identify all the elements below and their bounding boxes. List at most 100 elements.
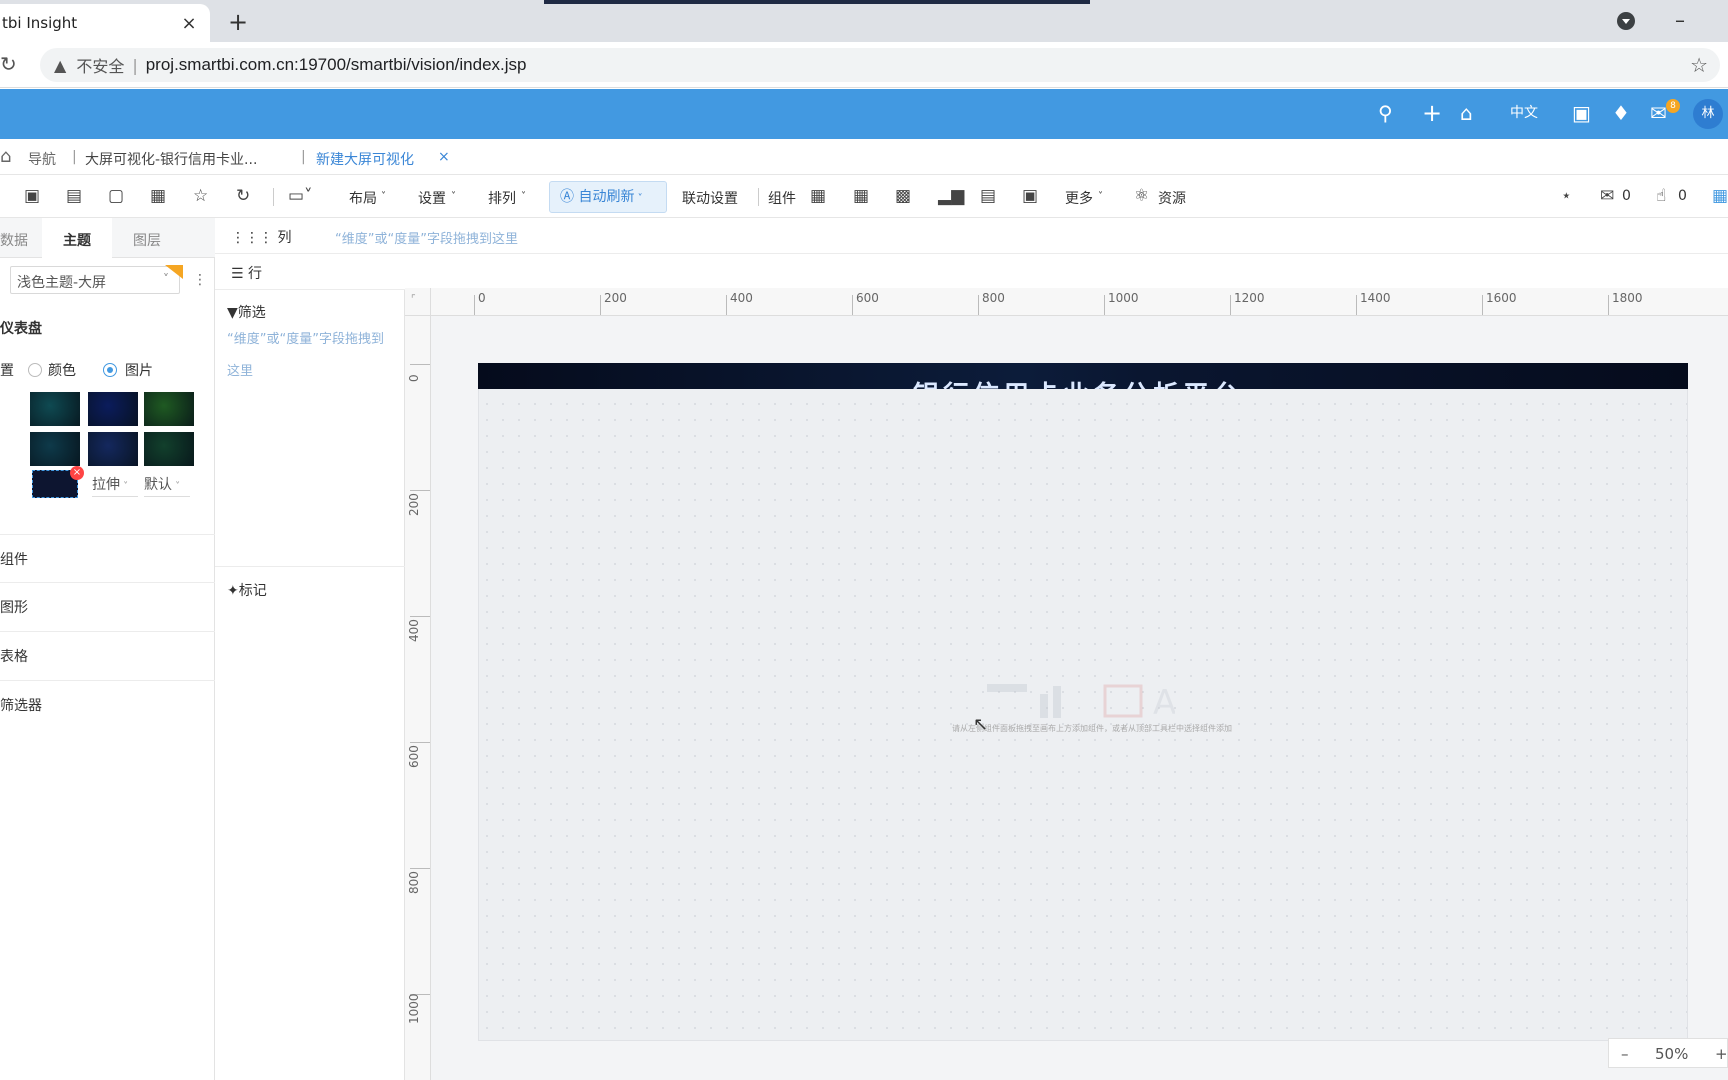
- pin-icon: ✦: [227, 583, 239, 599]
- fit-mode-select[interactable]: 拉伸 ˅: [92, 474, 138, 497]
- tab-dashboard-bank[interactable]: 大屏可视化-银行信用卡业...: [85, 149, 257, 169]
- more-options-icon[interactable]: ⋮: [193, 272, 207, 288]
- grid-apps-icon[interactable]: ▦: [1712, 185, 1728, 207]
- divider: [215, 566, 405, 567]
- tab-nav[interactable]: 导航: [28, 149, 56, 169]
- empty-canvas-illustration: A: [987, 683, 1175, 720]
- ruler-tick: [1482, 295, 1483, 315]
- group-components[interactable]: 组件: [0, 534, 215, 582]
- save-icon[interactable]: ▣: [24, 185, 40, 207]
- ruler-label: 200: [604, 291, 627, 305]
- bar-placeholder-icon: [1040, 694, 1048, 718]
- bookmark-star-icon[interactable]: ☆: [1690, 53, 1708, 77]
- refresh-icon[interactable]: ↻: [236, 185, 250, 207]
- avatar[interactable]: 林: [1693, 99, 1723, 129]
- search-icon[interactable]: ⚲: [1378, 101, 1393, 125]
- like-count: 0: [1678, 188, 1687, 204]
- comment-icon[interactable]: ✉: [1600, 185, 1614, 207]
- column-shelf-label: ⋮⋮⋮ 列: [231, 227, 291, 247]
- background-swatch[interactable]: [144, 432, 194, 466]
- row-shelf-label: ☰ 行: [231, 263, 262, 283]
- zoom-out-button[interactable]: –: [1621, 1045, 1629, 1063]
- screen-title-banner[interactable]: 银行信用卡业务分析平台: [478, 363, 1688, 389]
- group-label: 图形: [0, 600, 28, 616]
- column-drop-hint: “维度”或“度量”字段拖拽到这里: [335, 232, 518, 247]
- bell-icon[interactable]: ♦: [1612, 101, 1630, 125]
- new-tab-icon[interactable]: +: [228, 8, 248, 36]
- tab-layers[interactable]: 图层: [133, 230, 161, 250]
- home-icon[interactable]: ⌂: [0, 146, 11, 167]
- settings-menu[interactable]: 设置: [418, 188, 446, 208]
- ruler-label: 800: [982, 291, 1005, 305]
- warning-icon: ▲: [54, 55, 67, 75]
- minimize-icon[interactable]: –: [1675, 8, 1685, 32]
- arrange-menu[interactable]: 排列: [488, 188, 516, 208]
- tab-close-icon[interactable]: ×: [176, 13, 202, 34]
- favorite-star-icon[interactable]: ☆: [193, 185, 208, 207]
- tab-new-screen[interactable]: 新建大屏可视化: [316, 149, 414, 169]
- ruler-tick: [474, 295, 475, 315]
- save-as-icon[interactable]: ▤: [66, 185, 82, 207]
- browser-tab[interactable]: tbi Insight ×: [0, 4, 210, 42]
- background-swatch[interactable]: [30, 432, 80, 466]
- bar-chart-icon[interactable]: ▂▆: [938, 185, 964, 207]
- shopping-bag-icon[interactable]: ▣: [1572, 101, 1591, 125]
- workspace-tabs: ⌂ 导航 | 大屏可视化-银行信用卡业... | 新建大屏可视化 ×: [0, 139, 1728, 175]
- ruler-label: 600: [407, 745, 421, 768]
- tab-close-icon[interactable]: ×: [438, 149, 450, 165]
- radio-image[interactable]: [103, 363, 117, 377]
- background-swatch[interactable]: [88, 432, 138, 466]
- theme-select-value: 浅色主题-大屏: [17, 275, 107, 291]
- group-filters[interactable]: 筛选器: [0, 680, 215, 728]
- crosstab-icon[interactable]: ▦: [853, 185, 869, 207]
- text-component-icon[interactable]: ▤: [980, 185, 996, 207]
- filter-drop-hint[interactable]: “维度”或“度量”字段拖拽到这里: [227, 324, 387, 388]
- row-shelf[interactable]: ☰ 行: [215, 254, 1728, 290]
- group-shapes[interactable]: 图形: [0, 582, 215, 630]
- more-menu[interactable]: 更多: [1065, 188, 1093, 208]
- ruler-tick: [726, 295, 727, 315]
- message-icon[interactable]: ✉: [1650, 101, 1667, 125]
- ruler-tick: [1104, 295, 1105, 315]
- like-icon[interactable]: ☝: [1656, 185, 1666, 207]
- linkage-settings-button[interactable]: 联动设置: [682, 188, 738, 208]
- theme-select[interactable]: 浅色主题-大屏 ˅: [10, 265, 183, 294]
- ruler-tick: [1356, 295, 1357, 315]
- toolbar: ▣ ▤ ▢ ▦ ☆ ↻ ▭˅ 布局 ˅ 设置 ˅ 排列 ˅ Ⓐ 自动刷新 ˅ 联…: [0, 176, 1728, 218]
- align-select[interactable]: 默认 ˅: [144, 474, 190, 497]
- share-icon[interactable]: ⋆: [1561, 185, 1572, 207]
- reload-icon[interactable]: ↻: [0, 52, 17, 76]
- ruler-horizontal: 0 200 400 600 800 1000 1200 1400 1600 1800: [405, 288, 1728, 316]
- home-icon[interactable]: ⌂: [1460, 101, 1473, 125]
- device-icon[interactable]: ▭˅: [288, 185, 313, 207]
- background-swatch[interactable]: [144, 392, 194, 426]
- remove-image-icon[interactable]: ×: [70, 466, 84, 480]
- add-icon[interactable]: +: [1422, 101, 1442, 125]
- field-panel: ▼筛选 “维度”或“度量”字段拖拽到这里 ✦标记: [215, 218, 405, 1080]
- group-tables[interactable]: 表格: [0, 631, 215, 679]
- group-label: 表格: [0, 649, 28, 665]
- chevron-down-icon: ˅: [634, 193, 643, 204]
- layout-menu[interactable]: 布局: [349, 188, 377, 208]
- image-icon[interactable]: ▣: [1022, 185, 1038, 207]
- radio-color[interactable]: [28, 363, 42, 377]
- zoom-in-button[interactable]: +: [1715, 1045, 1728, 1063]
- overlay-bar: [544, 0, 1090, 4]
- url-field[interactable]: ▲ 不安全 | proj.smartbi.com.cn:19700/smartb…: [40, 48, 1720, 82]
- resources-button[interactable]: 资源: [1158, 188, 1186, 208]
- tab-theme[interactable]: 主题: [63, 230, 91, 250]
- url-text: proj.smartbi.com.cn:19700/smartbi/vision…: [145, 55, 527, 74]
- background-swatch[interactable]: [30, 392, 80, 426]
- preview-icon[interactable]: ▢: [108, 185, 124, 207]
- column-shelf[interactable]: ⋮⋮⋮ 列 “维度”或“度量”字段拖拽到这里: [215, 218, 1728, 254]
- pivot-table-icon[interactable]: ▩: [895, 185, 911, 207]
- table-icon[interactable]: ▦: [810, 185, 826, 207]
- tab-data[interactable]: 数据: [0, 230, 28, 250]
- language-switch[interactable]: 中文: [1510, 101, 1538, 125]
- ruler-tick: [410, 616, 430, 617]
- profile-menu-icon[interactable]: [1617, 12, 1635, 30]
- publish-icon[interactable]: ▦: [150, 185, 166, 207]
- background-swatch[interactable]: [88, 392, 138, 426]
- auto-refresh-button[interactable]: Ⓐ 自动刷新 ˅: [549, 181, 667, 213]
- resources-icon[interactable]: ⚛: [1134, 185, 1149, 207]
